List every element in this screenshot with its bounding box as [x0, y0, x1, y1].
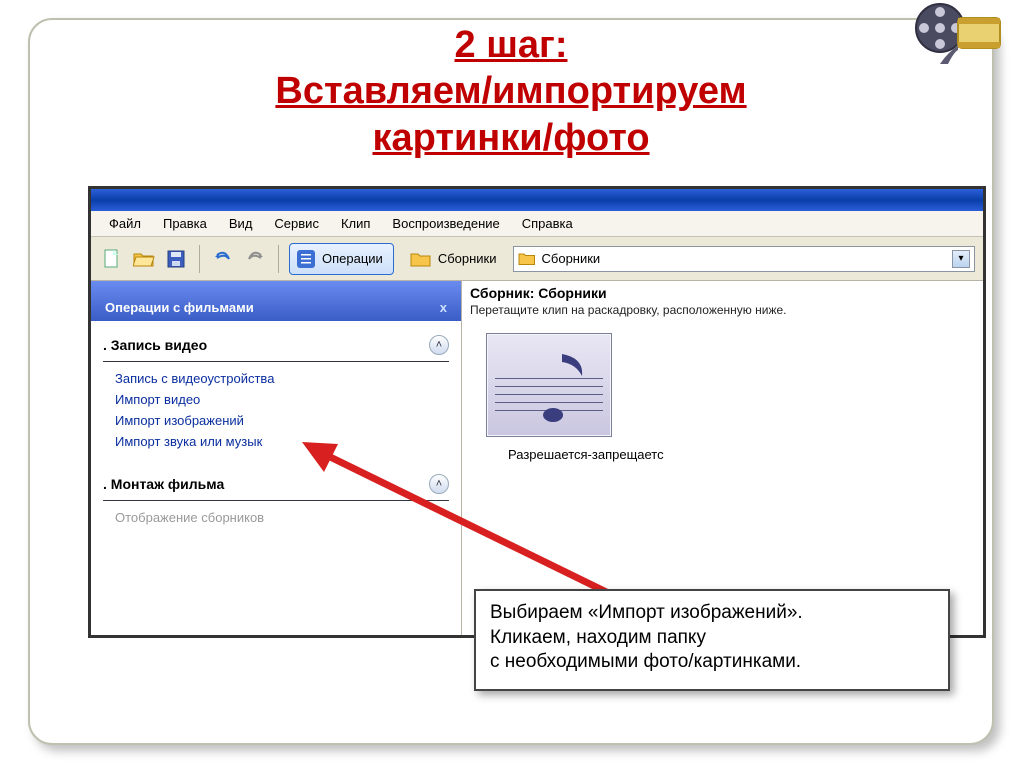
link-capture-device[interactable]: Запись с видеоустройства	[103, 368, 449, 389]
task-pane-title: Операции с фильмами	[105, 300, 254, 315]
menu-edit[interactable]: Правка	[153, 214, 217, 233]
instruction-callout: Выбираем «Импорт изображений». Кликаем, …	[474, 589, 950, 691]
menu-play[interactable]: Воспроизведение	[382, 214, 509, 233]
folder-small-icon	[518, 251, 536, 267]
title-line-3: картинки/фото	[100, 115, 922, 161]
section1-label: Запись видео	[111, 337, 207, 353]
window-titlebar	[91, 189, 983, 211]
operations-button[interactable]: Операции	[289, 243, 394, 275]
title-line-2: Вставляем/импортируем	[100, 68, 922, 114]
menu-clip[interactable]: Клип	[331, 214, 380, 233]
operations-label: Операции	[322, 251, 383, 266]
section-record-video[interactable]: . Запись видео ˄	[103, 331, 449, 362]
collections-label: Сборники	[438, 251, 497, 266]
toolbar-sep-1	[199, 245, 200, 273]
callout-line-1: Выбираем «Импорт изображений».	[490, 601, 934, 626]
section2-label: Монтаж фильма	[111, 476, 224, 492]
callout-line-3: с необходимыми фото/картинками.	[490, 650, 934, 675]
film-reel-icon	[910, 0, 1006, 72]
task-pane: Операции с фильмами x . Запись видео ˄ З…	[91, 281, 461, 635]
toolbar: Операции Сборники Сборники ▾	[91, 237, 983, 281]
menu-view[interactable]: Вид	[219, 214, 263, 233]
thumbnail-area: Разрешается-запрещаетс	[462, 319, 983, 462]
open-folder-icon[interactable]	[131, 246, 157, 272]
content-row: Операции с фильмами x . Запись видео ˄ З…	[91, 281, 983, 635]
list-icon	[296, 249, 316, 269]
slide-title: 2 шаг: Вставляем/импортируем картинки/фо…	[30, 20, 992, 161]
menu-help[interactable]: Справка	[512, 214, 583, 233]
task-pane-body: . Запись видео ˄ Запись с видеоустройств…	[91, 321, 461, 528]
title-line-1: 2 шаг:	[100, 22, 922, 68]
link-show-collections[interactable]: Отображение сборников	[103, 507, 449, 528]
section-edit-movie[interactable]: . Монтаж фильма ˄	[103, 470, 449, 501]
menu-bar: Файл Правка Вид Сервис Клип Воспроизведе…	[91, 211, 983, 237]
link-import-video[interactable]: Импорт видео	[103, 389, 449, 410]
chevron-down-icon[interactable]: ▾	[952, 250, 970, 268]
redo-icon[interactable]	[242, 246, 268, 272]
collapse-up-icon[interactable]: ˄	[429, 335, 449, 355]
collection-header: Сборник: Сборники Перетащите клип на рас…	[462, 281, 983, 319]
collection-title: Сборник: Сборники	[470, 285, 975, 301]
collections-button[interactable]: Сборники	[400, 250, 507, 268]
folder-icon	[410, 250, 432, 268]
new-file-icon[interactable]	[99, 246, 125, 272]
task-pane-close[interactable]: x	[440, 300, 447, 315]
menu-file[interactable]: Файл	[99, 214, 151, 233]
collapse-up-icon-2[interactable]: ˄	[429, 474, 449, 494]
collection-pane: Сборник: Сборники Перетащите клип на рас…	[461, 281, 983, 635]
undo-icon[interactable]	[210, 246, 236, 272]
thumb-label: Разрешается-запрещаетс	[486, 437, 983, 462]
save-icon[interactable]	[163, 246, 189, 272]
music-clip-thumb[interactable]	[486, 333, 612, 437]
slide-frame: 2 шаг: Вставляем/импортируем картинки/фо…	[28, 18, 994, 745]
toolbar-sep-2	[278, 245, 279, 273]
link-import-images[interactable]: Импорт изображений	[103, 410, 449, 431]
combo-value: Сборники	[542, 251, 601, 266]
moviemaker-window: Файл Правка Вид Сервис Клип Воспроизведе…	[88, 186, 986, 638]
link-import-audio[interactable]: Импорт звука или музык	[103, 431, 449, 452]
callout-line-2: Кликаем, находим папку	[490, 626, 934, 651]
collections-combo[interactable]: Сборники ▾	[513, 246, 976, 272]
music-note-icon	[539, 352, 587, 422]
menu-tools[interactable]: Сервис	[264, 214, 329, 233]
task-pane-header: Операции с фильмами x	[91, 281, 461, 321]
collection-subtitle: Перетащите клип на раскадровку, располож…	[470, 301, 975, 317]
